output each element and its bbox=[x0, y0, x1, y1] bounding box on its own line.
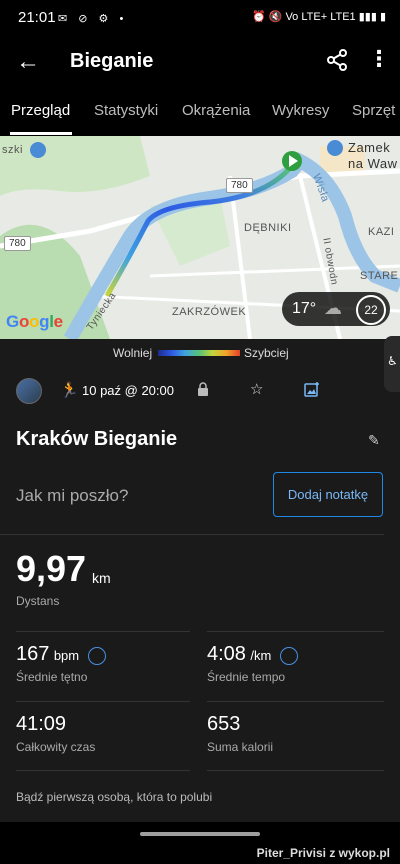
map-label-stare: STARE bbox=[360, 270, 399, 282]
total-time-label: Całkowity czas bbox=[16, 740, 96, 754]
google-logo: Google bbox=[6, 312, 63, 331]
total-time-value: 41:09 bbox=[16, 713, 67, 735]
divider bbox=[207, 631, 384, 632]
heart-rate-chart-icon bbox=[87, 646, 106, 665]
network-label: Vo LTE+ LTE1 bbox=[285, 11, 356, 23]
share-icon[interactable] bbox=[326, 48, 348, 77]
distance-unit: km bbox=[92, 570, 111, 586]
map-label-na-waw: na Waw bbox=[348, 156, 398, 171]
star-icon[interactable]: ☆ bbox=[250, 380, 263, 398]
divider bbox=[0, 534, 384, 535]
system-icons: ⏰ 🔇 Vo LTE+ LTE1 ▮▮▮ ▮ bbox=[251, 11, 386, 23]
system-nav-bar: Piter_Privisi z wykop.pl bbox=[0, 822, 400, 864]
divider bbox=[207, 701, 384, 702]
cloud-icon: ☁ bbox=[324, 298, 342, 318]
tab-sprzet[interactable]: Sprzęt bbox=[352, 102, 395, 119]
edit-icon[interactable]: ✎ bbox=[368, 432, 380, 449]
pace-unit: /km bbox=[250, 648, 272, 663]
watermark: Piter_Privisi z wykop.pl bbox=[256, 846, 390, 860]
air-quality-index: 22 bbox=[356, 295, 386, 325]
lock-icon[interactable] bbox=[197, 382, 209, 401]
pace-chart-icon bbox=[279, 646, 298, 665]
map-label-debniki: DĘBNIKI bbox=[244, 222, 292, 234]
heart-rate-unit: bpm bbox=[53, 648, 80, 663]
pace-stat[interactable]: 4:08 /km bbox=[207, 643, 298, 666]
divider bbox=[16, 701, 190, 702]
activity-name: Kraków Bieganie bbox=[16, 428, 178, 450]
tab-wykresy[interactable]: Wykresy bbox=[272, 102, 329, 119]
status-bar: 21:01 ✉ ⊘ ⚙ • ⏰ 🔇 Vo LTE+ LTE1 ▮▮▮ ▮ bbox=[0, 0, 400, 36]
divider bbox=[207, 770, 384, 771]
calories-value: 653 bbox=[207, 713, 241, 735]
heart-rate-value: 167 bbox=[16, 643, 50, 665]
add-photo-icon[interactable] bbox=[304, 382, 320, 403]
how-did-it-go-prompt: Jak mi poszło? bbox=[16, 486, 129, 505]
divider bbox=[16, 770, 190, 771]
activity-date: 10 paź @ 20:00 bbox=[82, 383, 174, 398]
pace-value: 4:08 bbox=[207, 643, 246, 665]
map-label-zamek: Zamek bbox=[348, 140, 391, 155]
tab-bar: Przegląd Statystyki Okrążenia Wykresy Sp… bbox=[0, 88, 400, 137]
tab-okrazenia[interactable]: Okrążenia bbox=[182, 102, 250, 119]
weather-widget[interactable]: 17° ☁ 22 bbox=[282, 292, 390, 326]
add-note-button[interactable]: Dodaj notatkę bbox=[273, 472, 383, 517]
road-number-780-west: 780 bbox=[4, 236, 31, 251]
accessibility-icon: ♿ bbox=[387, 354, 398, 368]
legend-fast-label: Szybciej bbox=[244, 346, 289, 360]
activity-info-row: 🏃 10 paź @ 20:00 ☆ bbox=[0, 372, 400, 410]
more-options-icon[interactable]: ⋮ bbox=[368, 48, 390, 70]
route-map[interactable]: szki Zamek na Waw DĘBNIKI ZAKRZÓWEK KAZI… bbox=[0, 136, 400, 339]
map-label-zakrzowek: ZAKRZÓWEK bbox=[172, 306, 247, 318]
pace-legend: Wolniej Szybciej bbox=[0, 339, 400, 367]
heart-rate-stat[interactable]: 167 bpm bbox=[16, 643, 106, 666]
avatar[interactable] bbox=[16, 378, 42, 404]
home-handle[interactable] bbox=[140, 832, 260, 836]
distance-label: Dystans bbox=[16, 594, 60, 608]
map-label-kazi: KAZI bbox=[368, 226, 395, 238]
back-icon[interactable]: ← bbox=[16, 48, 40, 76]
page-title: Bieganie bbox=[70, 50, 154, 72]
status-time: 21:01 bbox=[18, 9, 56, 26]
legend-slow-label: Wolniej bbox=[113, 346, 153, 360]
road-number-780: 780 bbox=[226, 178, 253, 193]
tab-statystyki[interactable]: Statystyki bbox=[94, 102, 158, 119]
heart-rate-label: Średnie tętno bbox=[16, 670, 88, 684]
divider bbox=[16, 631, 190, 632]
weather-temperature: 17° bbox=[292, 300, 317, 317]
notification-icons: ✉ ⊘ ⚙ • bbox=[58, 13, 128, 25]
distance-value: 9,97 bbox=[16, 548, 87, 589]
pace-label: Średnie tempo bbox=[207, 670, 286, 684]
map-label-szki: szki bbox=[2, 144, 23, 156]
running-icon: 🏃 bbox=[60, 382, 79, 399]
tab-active-indicator bbox=[10, 132, 72, 135]
app-bar: ← Bieganie ⋮ bbox=[0, 36, 400, 88]
calories-label: Suma kalorii bbox=[207, 740, 274, 754]
like-prompt: Bądź pierwszą osobą, która to polubi bbox=[16, 790, 213, 804]
tab-przeglad[interactable]: Przegląd bbox=[11, 102, 70, 119]
pace-gradient-bar bbox=[158, 350, 240, 356]
